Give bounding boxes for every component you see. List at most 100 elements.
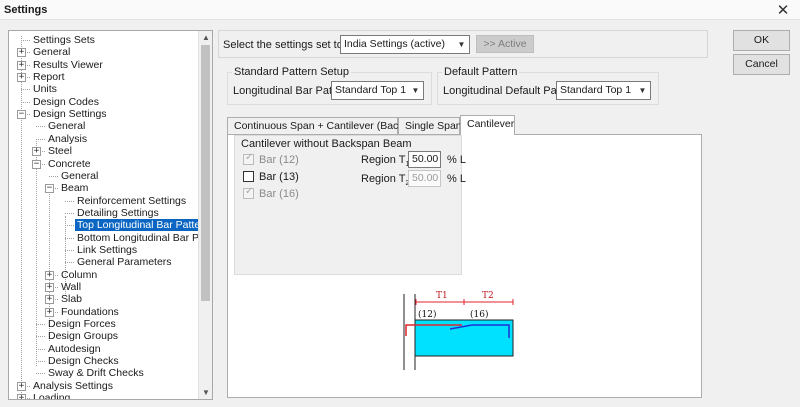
title-bar: Settings ✕ [0, 0, 800, 20]
tree-connector [21, 40, 30, 41]
bar-13-label: Bar (13) [259, 171, 299, 183]
collapse-icon[interactable]: − [17, 110, 26, 120]
tree-item[interactable]: Design Groups [48, 330, 118, 342]
expand-icon[interactable]: + [32, 147, 41, 157]
tree-item[interactable]: Wall [61, 281, 81, 293]
expand-icon[interactable]: + [45, 307, 54, 317]
tree-item[interactable]: General Parameters [77, 256, 172, 268]
dimension-t2-label: T2 [482, 291, 494, 301]
tree-item[interactable]: Units [33, 83, 57, 95]
tree-item[interactable]: Foundations [61, 306, 119, 318]
expand-icon[interactable]: + [17, 73, 26, 83]
tree-item[interactable]: General [48, 120, 85, 132]
tree-scrollbar[interactable]: ▲ ▼ [198, 31, 212, 399]
tree-item[interactable]: Design Settings [33, 108, 107, 120]
tree-item[interactable]: Concrete [48, 158, 91, 170]
tree-connector [36, 361, 45, 363]
longitudinal-bar-pattern-value: Standard Top 1 [335, 84, 407, 96]
bar-12-checkbox[interactable]: ✓ [243, 152, 254, 165]
bar-16-tag: (16) [470, 309, 488, 320]
region-t1-input[interactable]: 50.00 [408, 151, 441, 168]
tree-item[interactable]: Steel [48, 145, 72, 157]
settings-set-selector: Select the settings set to edit: India S… [218, 30, 708, 58]
ok-button[interactable]: OK [733, 30, 790, 51]
tree-item[interactable]: Analysis [48, 133, 87, 145]
tree-item[interactable]: Beam [61, 182, 88, 194]
tree-line-root [21, 36, 22, 399]
active-button[interactable]: >> Active [476, 35, 534, 53]
tree-connector [65, 212, 74, 214]
expand-icon[interactable]: + [45, 270, 54, 280]
cancel-button[interactable]: Cancel [733, 54, 790, 75]
region-t1-text: Region T [361, 154, 406, 166]
expand-icon[interactable]: + [17, 48, 26, 58]
expand-icon[interactable]: + [45, 283, 54, 292]
tree-item[interactable]: Reinforcement Settings [77, 195, 186, 207]
region-t2-label: Region T2 [361, 173, 409, 187]
collapse-icon[interactable]: − [32, 159, 41, 169]
expand-icon[interactable]: + [17, 381, 26, 391]
tree-item[interactable]: Link Settings [77, 244, 137, 256]
longitudinal-default-pattern-dropdown[interactable]: Standard Top 1 ▼ [556, 81, 651, 100]
cantilever-group: Cantilever without Backspan Beam ✓ Bar (… [234, 135, 466, 275]
tree-item[interactable]: Column [61, 269, 97, 281]
bar-12-tag: (12) [418, 309, 436, 320]
tree-item[interactable]: Analysis Settings [33, 380, 113, 392]
expand-icon[interactable]: + [45, 295, 54, 305]
default-pattern-title: Default Pattern [442, 66, 520, 78]
tab-continuous-span[interactable]: Continuous Span + Cantilever (Backspan) [227, 117, 430, 135]
scroll-thumb[interactable] [201, 45, 210, 301]
tree-item[interactable]: General [33, 46, 70, 58]
tree-item[interactable]: Sway & Drift Checks [48, 367, 144, 379]
tree-connector [21, 101, 30, 103]
scroll-down-icon[interactable]: ▼ [199, 386, 212, 399]
tree-item[interactable]: Design Checks [48, 355, 119, 367]
tree-item[interactable]: Design Forces [48, 318, 116, 330]
cantilever-group-title: Cantilever without Backspan Beam [241, 138, 412, 150]
tree-item[interactable]: Design Codes [33, 96, 99, 108]
standard-pattern-title: Standard Pattern Setup [232, 66, 351, 78]
standard-pattern-group: Standard Pattern Setup Longitudinal Bar … [227, 66, 432, 105]
tree-item[interactable]: Settings Sets [33, 34, 95, 46]
tab-cantilever[interactable]: Cantilever [460, 115, 515, 135]
longitudinal-bar-pattern-dropdown[interactable]: Standard Top 1 ▼ [331, 81, 424, 100]
expand-icon[interactable]: + [17, 394, 26, 399]
tree-connector [36, 138, 45, 140]
tree-item[interactable]: Report [33, 71, 65, 83]
settings-set-dropdown[interactable]: India Settings (active) ▼ [340, 35, 470, 54]
region-t1-unit: % L [447, 154, 466, 166]
cantilever-diagram: T1 T2 (12) (16) [403, 291, 514, 370]
expand-icon[interactable]: + [17, 60, 26, 70]
chevron-down-icon: ▼ [411, 86, 420, 95]
longitudinal-default-pattern-value: Standard Top 1 [560, 84, 632, 96]
close-icon[interactable]: ✕ [776, 1, 790, 19]
tree-line-level1 [36, 141, 37, 366]
settings-tree[interactable]: Settings Sets + General + Results Viewer + Rep… [8, 30, 213, 400]
dimension-t1-label: T1 [436, 291, 448, 301]
tree-item[interactable]: Results Viewer [33, 59, 103, 71]
region-t1-label: Region T1 [361, 154, 409, 168]
tree-rows: Settings Sets + General + Results Viewer + Rep… [9, 31, 212, 399]
tree-connector [36, 348, 45, 350]
tree-connector [36, 324, 45, 326]
tree-item[interactable]: Slab [61, 293, 82, 305]
cantilever-panel: Cantilever without Backspan Beam ✓ Bar (… [227, 134, 702, 398]
tab-single-span[interactable]: Single Span [398, 117, 462, 135]
chevron-down-icon: ▼ [638, 86, 647, 95]
bar-13-checkbox[interactable] [243, 171, 254, 182]
checkmark-icon: ✓ [245, 152, 254, 163]
tree-item[interactable]: Autodesign [48, 343, 101, 355]
tree-item[interactable]: Bottom Longitudinal Bar Pattern [77, 232, 212, 244]
bar-16-label: Bar (16) [259, 188, 299, 200]
tree-item[interactable]: Detailing Settings [77, 207, 159, 219]
bar-16-checkbox[interactable]: ✓ [243, 186, 254, 199]
tree-connector [36, 336, 45, 338]
tree-connector [21, 89, 30, 91]
checkmark-icon: ✓ [245, 186, 254, 197]
region-t2-input[interactable]: 50.00 [408, 170, 441, 187]
tree-item[interactable]: Loading [33, 392, 70, 399]
tree-item[interactable]: Top Longitudinal Bar Pattern [75, 219, 212, 232]
scroll-up-icon[interactable]: ▲ [199, 31, 212, 44]
tree-item[interactable]: General [61, 170, 98, 182]
collapse-icon[interactable]: − [45, 184, 54, 194]
